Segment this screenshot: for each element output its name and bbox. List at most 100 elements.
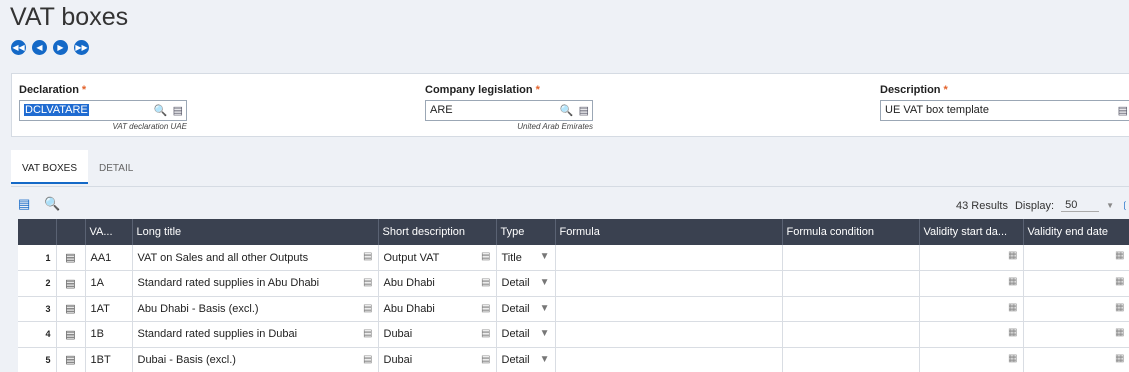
detail-icon[interactable]: ▤ [579, 104, 589, 117]
description-input[interactable]: UE VAT box template ▤ [880, 100, 1129, 121]
calendar-icon[interactable]: ▦ [1115, 353, 1124, 364]
row-detail-icon[interactable]: ▤ [56, 321, 86, 348]
cell-formula[interactable] [555, 296, 783, 322]
header-formula-condition[interactable]: Formula condition [782, 219, 920, 245]
cell-validity-end[interactable]: ▦ [1023, 270, 1129, 297]
row-detail-icon[interactable]: ▤ [56, 347, 86, 372]
cell-validity-start[interactable]: ▦ [919, 270, 1024, 297]
calendar-icon[interactable]: ▦ [1115, 276, 1124, 287]
first-record-icon[interactable]: ◀◀ [11, 40, 26, 55]
search-icon[interactable]: 🔍 [154, 104, 168, 117]
cell-validity-end[interactable]: ▦ [1023, 347, 1129, 372]
header-formula[interactable]: Formula [555, 219, 783, 245]
cell-validity-start[interactable]: ▦ [919, 296, 1024, 322]
cell-formula-condition[interactable] [782, 347, 920, 372]
calendar-icon[interactable]: ▦ [1008, 353, 1017, 364]
calendar-icon[interactable]: ▦ [1115, 302, 1124, 313]
card-view-icon[interactable]: ▤ [18, 196, 30, 212]
search-icon[interactable]: 🔍 [44, 196, 60, 212]
detail-icon[interactable]: ▤ [363, 354, 372, 365]
legislation-input[interactable]: ARE 🔍 ▤ [425, 100, 593, 121]
cell-code[interactable]: 1BT [85, 347, 133, 372]
cell-formula-condition[interactable] [782, 296, 920, 322]
display-select[interactable]: 50 [1061, 199, 1100, 212]
chevron-down-icon[interactable]: ▼ [1106, 201, 1114, 210]
search-icon[interactable]: 🔍 [560, 104, 574, 117]
calendar-icon[interactable]: ▦ [1008, 327, 1017, 338]
cell-long-title[interactable]: Standard rated supplies in Dubai ▤ [132, 321, 379, 348]
last-record-icon[interactable]: ▶▶ [74, 40, 89, 55]
cell-short-description[interactable]: Abu Dhabi ▤ [378, 296, 497, 322]
cell-long-title[interactable]: VAT on Sales and all other Outputs ▤ [132, 245, 379, 271]
cell-formula-condition[interactable] [782, 321, 920, 348]
cell-validity-end[interactable]: ▦ [1023, 296, 1129, 322]
header-type[interactable]: Type [496, 219, 556, 245]
calendar-icon[interactable]: ▦ [1008, 302, 1017, 313]
header-validity-end[interactable]: Validity end date [1023, 219, 1129, 245]
detail-icon[interactable]: ▤ [1118, 104, 1128, 117]
cell-code[interactable]: AA1 [85, 245, 133, 271]
cell-short-description[interactable]: Output VAT ▤ [378, 245, 497, 271]
cell-type[interactable]: Title ▼ [496, 245, 556, 271]
cell-formula-condition[interactable] [782, 270, 920, 297]
calendar-icon[interactable]: ▦ [1115, 250, 1124, 261]
chevron-down-icon[interactable]: ▼ [540, 354, 550, 365]
detail-icon[interactable]: ▤ [363, 277, 372, 288]
table-row[interactable]: 3 ▤ 1AT Abu Dhabi - Basis (excl.) ▤ Abu D… [18, 296, 1129, 322]
cell-short-description[interactable]: Abu Dhabi ▤ [378, 270, 497, 297]
table-row[interactable]: 2 ▤ 1A Standard rated supplies in Abu Dh… [18, 270, 1129, 297]
cell-long-title[interactable]: Standard rated supplies in Abu Dhabi ▤ [132, 270, 379, 297]
calendar-icon[interactable]: ▦ [1115, 327, 1124, 338]
table-row[interactable]: 1 ▤ AA1 VAT on Sales and all other Outpu… [18, 245, 1129, 271]
detail-icon[interactable]: ▤ [363, 251, 372, 262]
row-detail-icon[interactable]: ▤ [56, 245, 86, 271]
cell-type[interactable]: Detail ▼ [496, 270, 556, 297]
cell-long-title[interactable]: Dubai - Basis (excl.) ▤ [132, 347, 379, 372]
header-long-title[interactable]: Long title [132, 219, 379, 245]
next-record-icon[interactable]: ▶ [53, 40, 68, 55]
cell-validity-end[interactable]: ▦ [1023, 321, 1129, 348]
cell-code[interactable]: 1A [85, 270, 133, 297]
cell-validity-start[interactable]: ▦ [919, 245, 1024, 271]
cell-validity-end[interactable]: ▦ [1023, 245, 1129, 271]
cell-validity-start[interactable]: ▦ [919, 321, 1024, 348]
chevron-down-icon[interactable]: ▼ [540, 328, 550, 339]
cell-formula[interactable] [555, 270, 783, 297]
detail-icon[interactable]: ▤ [481, 328, 490, 339]
cell-formula[interactable] [555, 245, 783, 271]
cell-formula[interactable] [555, 321, 783, 348]
detail-icon[interactable]: ▤ [481, 251, 490, 262]
detail-icon[interactable]: ▤ [173, 104, 183, 117]
table-row[interactable]: 4 ▤ 1B Standard rated supplies in Dubai ▤… [18, 321, 1129, 348]
detail-icon[interactable]: ▤ [363, 328, 372, 339]
row-detail-icon[interactable]: ▤ [56, 296, 86, 322]
calendar-icon[interactable]: ▦ [1008, 276, 1017, 287]
cell-code[interactable]: 1B [85, 321, 133, 348]
cell-validity-start[interactable]: ▦ [919, 347, 1024, 372]
cell-long-title[interactable]: Abu Dhabi - Basis (excl.) ▤ [132, 296, 379, 322]
detail-icon[interactable]: ▤ [481, 277, 490, 288]
cell-type[interactable]: Detail ▼ [496, 321, 556, 348]
cell-code[interactable]: 1AT [85, 296, 133, 322]
header-short-description[interactable]: Short description [378, 219, 497, 245]
tab-detail[interactable]: DETAIL [88, 150, 144, 184]
row-detail-icon[interactable]: ▤ [56, 270, 86, 297]
header-validity-start[interactable]: Validity start da... [919, 219, 1024, 245]
previous-record-icon[interactable]: ◀ [32, 40, 47, 55]
detail-icon[interactable]: ▤ [363, 303, 372, 314]
tab-vat-boxes[interactable]: VAT BOXES [11, 150, 89, 184]
detail-icon[interactable]: ▤ [481, 303, 490, 314]
cell-type[interactable]: Detail ▼ [496, 296, 556, 322]
calendar-icon[interactable]: ▦ [1008, 250, 1017, 261]
chevron-down-icon[interactable]: ▼ [540, 277, 550, 288]
cell-formula[interactable] [555, 347, 783, 372]
table-row[interactable]: 5 ▤ 1BT Dubai - Basis (excl.) ▤ Dubai ▤ De… [18, 347, 1129, 372]
resize-icon[interactable]: ❲ [1121, 200, 1129, 211]
cell-type[interactable]: Detail ▼ [496, 347, 556, 372]
chevron-down-icon[interactable]: ▼ [540, 303, 550, 314]
chevron-down-icon[interactable]: ▼ [540, 251, 550, 262]
detail-icon[interactable]: ▤ [481, 354, 490, 365]
declaration-input[interactable]: DCLVATARE 🔍 ▤ [19, 100, 187, 121]
cell-short-description[interactable]: Dubai ▤ [378, 347, 497, 372]
cell-short-description[interactable]: Dubai ▤ [378, 321, 497, 348]
